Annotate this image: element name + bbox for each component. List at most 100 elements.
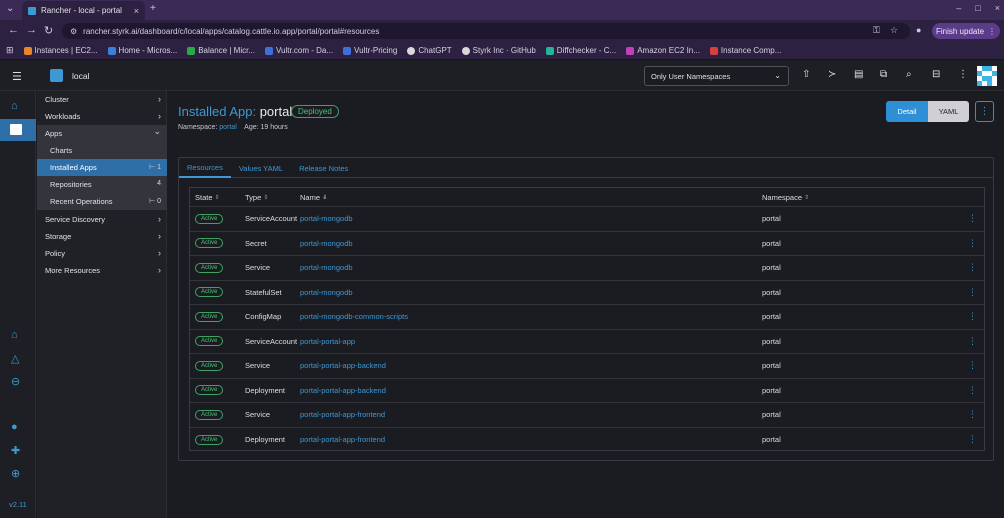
app-header: ☰ local Only User Namespaces ⌄ ⇧ ≻ ▤ ⧉ ⌕… [0,61,1004,91]
reload-icon[interactable]: ↻ [44,24,53,37]
fleet-icon[interactable]: △ [11,352,19,365]
address-bar[interactable]: ⚙ rancher.styrk.ai/dashboard/c/local/app… [62,23,910,39]
extensions-icon[interactable]: ⊖ [11,375,20,388]
resource-name-link[interactable]: portal-portal-app-frontend [300,403,385,427]
tab-values-yaml[interactable]: Values YAML [231,158,291,178]
sidebar-item-storage[interactable]: Storage › [37,228,167,245]
browser-tab[interactable]: Rancher - local - portal × [22,1,145,20]
row-actions-icon[interactable]: ⋮ [968,428,977,453]
version-label[interactable]: v2.11 [9,500,27,509]
sidebar-item-repositories[interactable]: Repositories 4 [37,176,167,193]
namespace-link[interactable]: portal [219,124,237,131]
import-yaml-icon[interactable]: ⇧ [802,69,810,80]
users-icon[interactable]: ● [11,421,18,433]
site-info-icon[interactable]: ⚙ [70,27,77,36]
plugins-icon[interactable]: ✚ [11,444,20,457]
bookmark-item[interactable]: Instance Comp... [709,46,781,55]
close-window-icon[interactable]: × [995,3,1000,13]
row-actions-icon[interactable]: ⋮ [968,281,977,305]
resource-name-link[interactable]: portal-portal-app-backend [300,354,386,378]
menu-hamburger-icon[interactable]: ☰ [12,70,22,83]
detail-button[interactable]: Detail [886,101,928,122]
avatar[interactable] [977,66,997,86]
column-header-namespace[interactable]: Namespace ⇕ [762,188,809,206]
password-key-icon[interactable]: ⚿ [873,25,880,36]
bookmark-item[interactable]: Balance | Micr... [187,46,255,55]
type-cell: Secret [245,238,267,248]
sidebar-item-charts[interactable]: Charts [37,142,167,159]
resource-name-link[interactable]: portal-portal-app-backend [300,379,386,403]
bookmark-item[interactable]: Home - Micros... [107,46,177,55]
profile-icon[interactable]: ● [916,25,921,35]
row-actions-icon[interactable]: ⋮ [968,330,977,354]
actions-menu-button[interactable]: ⋮ [975,101,994,122]
sidebar-item-recent-operations[interactable]: Recent Operations ⊢ 0 [37,193,167,210]
copy-kubeconfig-icon[interactable]: ⧉ [880,69,887,80]
resource-name-link[interactable]: portal-mongodb [300,256,353,280]
apps-marketplace-icon[interactable]: ⌂ [11,329,18,341]
tab-release-notes[interactable]: Release Notes [291,158,356,178]
row-actions-icon[interactable]: ⋮ [968,305,977,329]
more-vertical-icon[interactable]: ⋮ [958,69,968,80]
home-icon[interactable]: ⌂ [11,100,18,112]
apps-grid-icon[interactable]: ⊞ [6,45,14,56]
row-actions-icon[interactable]: ⋮ [968,256,977,280]
yaml-button[interactable]: YAML [928,101,969,122]
namespace-filter-select[interactable]: Only User Namespaces ⌄ [644,66,789,86]
bookmark-item[interactable]: ChatGPT [407,46,452,55]
sidebar-item-policy[interactable]: Policy › [37,245,167,262]
bookmark-item[interactable]: Amazon EC2 In... [626,46,700,55]
sidebar-item-more-resources[interactable]: More Resources › [37,262,167,279]
search-icon[interactable]: ⌕ [906,69,912,80]
bookmark-item[interactable]: Styrk Inc · GitHub [461,46,536,55]
resource-name-link[interactable]: portal-mongodb-common-scripts [300,305,408,329]
resource-name-link[interactable]: portal-mongodb [300,207,353,231]
back-icon[interactable]: ← [8,24,19,36]
resource-name-link[interactable]: portal-mongodb [300,232,353,256]
tab-resources[interactable]: Resources [179,158,231,178]
tab-list-chevron-icon[interactable]: ⌄ [6,3,14,14]
bookmark-item[interactable]: Instances | EC2... [23,46,98,55]
global-settings-icon[interactable]: ⊕ [11,467,20,480]
rail-cluster-local[interactable] [0,119,36,141]
bookmark-item[interactable]: Vultr.com - Da... [264,46,333,55]
finish-update-button[interactable]: Finish update ⋮ [932,23,1000,39]
sidebar-item-installed-apps[interactable]: Installed Apps ⊢ 1 [37,159,167,176]
resource-name-link[interactable]: portal-portal-app [300,330,355,354]
resource-name-link[interactable]: portal-portal-app-frontend [300,428,385,453]
bookmark-star-icon[interactable]: ☆ [890,25,898,36]
row-actions-icon[interactable]: ⋮ [968,354,977,378]
sidebar-item-service-discovery[interactable]: Service Discovery › [37,211,167,228]
bookmark-favicon-icon [709,46,718,55]
new-tab-icon[interactable]: + [150,3,156,14]
maximize-icon[interactable]: □ [975,3,980,13]
bookmark-item[interactable]: Diffchecker - C... [545,46,616,55]
minimize-icon[interactable]: – [956,3,961,13]
resource-panel: Resources Values YAML Release Notes Stat… [178,157,994,461]
docs-book-icon[interactable]: ⊟ [932,69,940,80]
column-header-name[interactable]: Name ⇓ [300,188,327,206]
row-actions-icon[interactable]: ⋮ [968,403,977,427]
forward-icon[interactable]: → [26,24,37,36]
close-tab-icon[interactable]: × [134,6,139,16]
kubectl-shell-icon[interactable]: ≻ [828,69,836,80]
row-actions-icon[interactable]: ⋮ [968,232,977,256]
download-kubeconfig-icon[interactable]: ▤ [854,69,863,80]
state-cell: Active [195,354,224,378]
bookmark-item[interactable]: Vultr-Pricing [343,46,397,55]
bookmark-label: ChatGPT [418,46,452,55]
sidebar-item-cluster[interactable]: Cluster › [37,91,167,108]
page-title-label[interactable]: Installed App: [178,104,256,119]
status-badge: Active [195,434,224,445]
namespace-cell: portal [762,238,781,248]
state-cell: Active [195,428,224,453]
chevron-right-icon: › [158,248,161,258]
sidebar-item-workloads[interactable]: Workloads › [37,108,167,125]
row-actions-icon[interactable]: ⋮ [968,379,977,403]
resource-name-link[interactable]: portal-mongodb [300,281,353,305]
namespace-cell: portal [762,214,781,224]
column-header-state[interactable]: State ⇕ [195,188,220,206]
column-header-type[interactable]: Type ⇕ [245,188,268,206]
row-actions-icon[interactable]: ⋮ [968,207,977,231]
sidebar-item-apps[interactable]: Apps ⌄ [37,125,167,142]
